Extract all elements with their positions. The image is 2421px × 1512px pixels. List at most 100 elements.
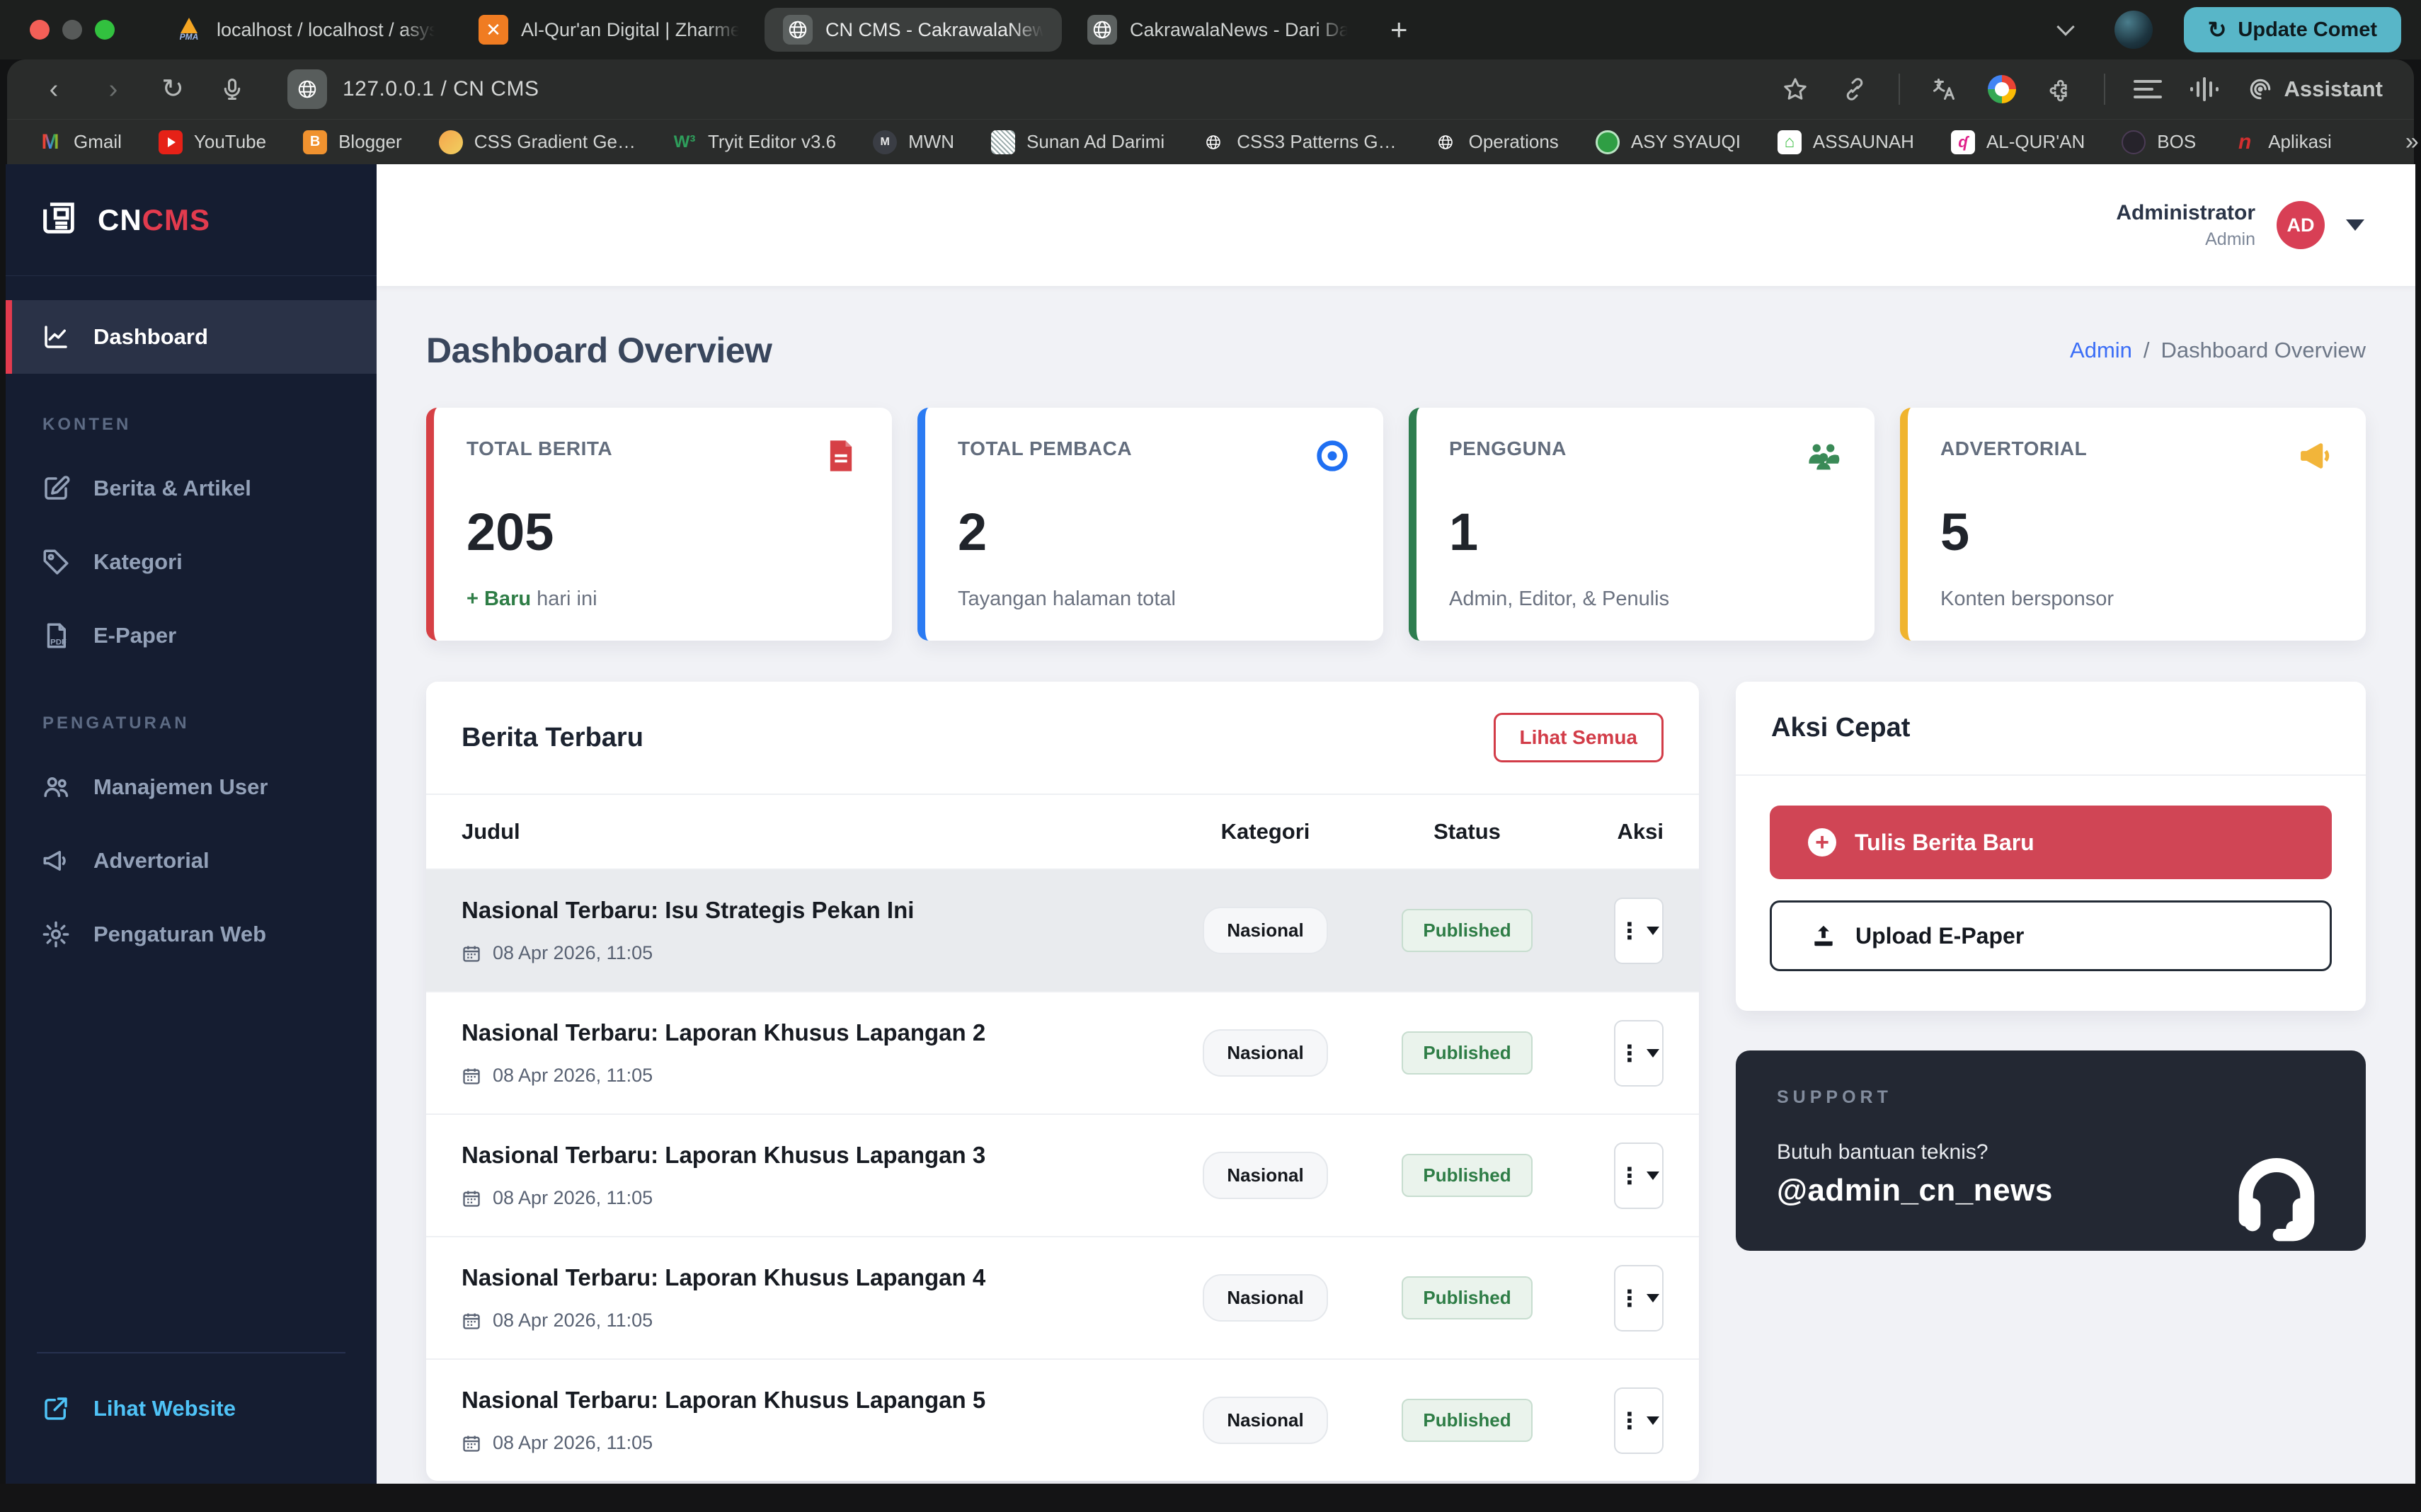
minimize-window-button[interactable]: [62, 20, 82, 40]
aplikasi-icon: n: [2233, 130, 2257, 154]
sidebar-item-dashboard[interactable]: Dashboard: [6, 300, 377, 374]
avatar[interactable]: AD: [2277, 201, 2325, 249]
maximize-window-button[interactable]: [95, 20, 115, 40]
bookmarks-overflow-chevron[interactable]: »: [2405, 128, 2419, 156]
app-logo[interactable]: CNCMS: [6, 164, 377, 276]
row-actions-dropdown[interactable]: ⋮: [1614, 1387, 1664, 1454]
plus-circle-icon: +: [1808, 828, 1836, 857]
sidebar-nav: Dashboard KONTEN Berita & Artikel Katego…: [6, 276, 377, 971]
megaphone-icon: [41, 846, 71, 876]
back-button[interactable]: ‹: [38, 74, 69, 105]
copy-link-icon[interactable]: [1839, 74, 1870, 105]
tab-list-chevron-icon[interactable]: [2056, 18, 2074, 35]
sidebar-item-manajemen-user[interactable]: Manajemen User: [6, 750, 377, 824]
gradient-icon: [439, 130, 463, 154]
upload-epaper-button[interactable]: Upload E-Paper: [1770, 900, 2332, 971]
tab-alquran-digital[interactable]: ✕ Al-Qur'an Digital | Zharmedia: [460, 8, 757, 52]
blogger-icon: B: [303, 130, 327, 154]
user-menu-caret-icon[interactable]: [2346, 219, 2364, 231]
bookmark-mwn[interactable]: M MWN: [873, 130, 954, 154]
calendar-icon: [462, 1433, 481, 1453]
page-frame: CNCMS Dashboard KONTEN Berita & Artikel …: [0, 164, 2421, 1484]
browser-profile-icon[interactable]: [1988, 75, 2016, 103]
tab-cn-cms-active[interactable]: CN CMS - CakrawalaNews A: [765, 8, 1062, 52]
globe-icon: [1433, 130, 1458, 154]
refresh-icon: ↻: [2208, 16, 2227, 43]
aksi-cepat-panel: Aksi Cepat + Tulis Berita Baru Upload E-…: [1736, 682, 2366, 1011]
address-bar[interactable]: 127.0.0.1 / CN CMS: [287, 69, 1751, 109]
right-column: Aksi Cepat + Tulis Berita Baru Upload E-…: [1736, 682, 2366, 1251]
table-row: Nasional Terbaru: Laporan Khusus Lapanga…: [426, 1115, 1699, 1237]
update-comet-button[interactable]: ↻ Update Comet: [2184, 7, 2401, 52]
assaunah-icon: ⌂: [1778, 130, 1802, 154]
extensions-puzzle-icon[interactable]: [2044, 74, 2076, 105]
bookmark-blogger[interactable]: B Blogger: [303, 130, 402, 154]
user-name: Administrator: [2116, 201, 2255, 225]
breadcrumb-admin-link[interactable]: Admin: [2070, 338, 2132, 363]
gmail-icon: M: [38, 130, 62, 154]
tab-title: localhost / localhost / asysya: [217, 19, 435, 41]
bookmark-assaunah[interactable]: ⌂ ASSAUNAH: [1778, 130, 1914, 154]
row-actions-dropdown[interactable]: ⋮: [1614, 898, 1664, 964]
sidebar-divider: [37, 1352, 345, 1353]
voice-waveform-icon[interactable]: [2190, 77, 2219, 101]
table-header: Judul Kategori Status Aksi: [426, 795, 1699, 870]
status-badge: Published: [1402, 909, 1532, 952]
users-icon: [41, 772, 71, 802]
sidebar-section-pengaturan: PENGATURAN: [6, 672, 377, 750]
bookmark-alquran[interactable]: ʠ AL-QUR'AN: [1951, 130, 2085, 154]
category-badge: Nasional: [1203, 1029, 1327, 1077]
row-actions-dropdown[interactable]: ⋮: [1614, 1142, 1664, 1209]
user-role: Admin: [2116, 229, 2255, 250]
bookmark-youtube[interactable]: YouTube: [159, 130, 266, 154]
sidebar-item-berita-artikel[interactable]: Berita & Artikel: [6, 452, 377, 525]
sidebar-item-pengaturan-web[interactable]: Pengaturan Web: [6, 898, 377, 971]
tab-phpmyadmin[interactable]: PMA localhost / localhost / asysya: [156, 8, 453, 52]
translate-icon[interactable]: [1928, 74, 1959, 105]
status-badge: Published: [1402, 1154, 1532, 1197]
bookmark-gmail[interactable]: M Gmail: [38, 130, 122, 154]
profile-avatar[interactable]: [2114, 11, 2153, 49]
reload-button[interactable]: ↻: [157, 74, 188, 105]
row-actions-dropdown[interactable]: ⋮: [1614, 1020, 1664, 1087]
panel-title: Berita Terbaru: [462, 723, 643, 753]
bookmark-bos[interactable]: BOS: [2122, 130, 2196, 154]
sidebar-item-epaper[interactable]: PDF E-Paper: [6, 599, 377, 672]
globe-icon: [1201, 130, 1225, 154]
reading-list-icon[interactable]: [2134, 80, 2162, 98]
gear-icon: [41, 920, 71, 949]
table-row: Nasional Terbaru: Laporan Khusus Lapanga…: [426, 1237, 1699, 1360]
browser-chrome: ‹ › ↻ 127.0.0.1 / CN CMS: [7, 59, 2414, 164]
forward-button[interactable]: ›: [98, 74, 129, 105]
bookmark-aplikasi[interactable]: n Aplikasi: [2233, 130, 2332, 154]
bookmark-operations[interactable]: Operations: [1433, 130, 1559, 154]
bookmark-css-gradient[interactable]: CSS Gradient Ge…: [439, 130, 636, 154]
user-meta: Administrator Admin: [2116, 201, 2255, 250]
bookmark-star-icon[interactable]: [1780, 74, 1811, 105]
category-badge: Nasional: [1203, 907, 1327, 954]
bookmark-asy-syauqi[interactable]: ASY SYAUQI: [1596, 130, 1741, 154]
bookmark-tryit-editor[interactable]: W³ Tryit Editor v3.6: [672, 130, 836, 154]
site-info-globe-icon[interactable]: [287, 69, 327, 109]
headset-icon: [2220, 1144, 2333, 1261]
assistant-button[interactable]: Assistant: [2247, 76, 2383, 103]
bookmark-sunan-ad-darimi[interactable]: Sunan Ad Darimi: [991, 130, 1164, 154]
lihat-semua-button[interactable]: Lihat Semua: [1494, 713, 1664, 762]
sidebar-item-lihat-website[interactable]: Lihat Website: [6, 1372, 377, 1445]
microphone-icon[interactable]: [217, 74, 248, 105]
tulis-berita-baru-button[interactable]: + Tulis Berita Baru: [1770, 806, 2332, 879]
stat-card-total-pembaca: TOTAL PEMBACA 2 Tayangan halaman total: [917, 408, 1383, 641]
status-badge: Published: [1402, 1031, 1532, 1075]
close-window-button[interactable]: [30, 20, 50, 40]
eye-icon: [1314, 437, 1351, 478]
logo-text: CNCMS: [98, 203, 210, 237]
phpmyadmin-icon: PMA: [174, 15, 204, 45]
new-tab-button[interactable]: +: [1373, 13, 1425, 47]
stat-card-pengguna: PENGGUNA 1 Admin, Editor, & Penulis: [1409, 408, 1875, 641]
tab-cakrawalanews[interactable]: CakrawalaNews - Dari Daera: [1069, 8, 1366, 52]
sidebar-item-advertorial[interactable]: Advertorial: [6, 824, 377, 898]
row-actions-dropdown[interactable]: ⋮: [1614, 1265, 1664, 1331]
tab-title: Al-Qur'an Digital | Zharmedia: [521, 19, 739, 41]
sidebar-item-kategori[interactable]: Kategori: [6, 525, 377, 599]
bookmark-css3-patterns[interactable]: CSS3 Patterns G…: [1201, 130, 1396, 154]
